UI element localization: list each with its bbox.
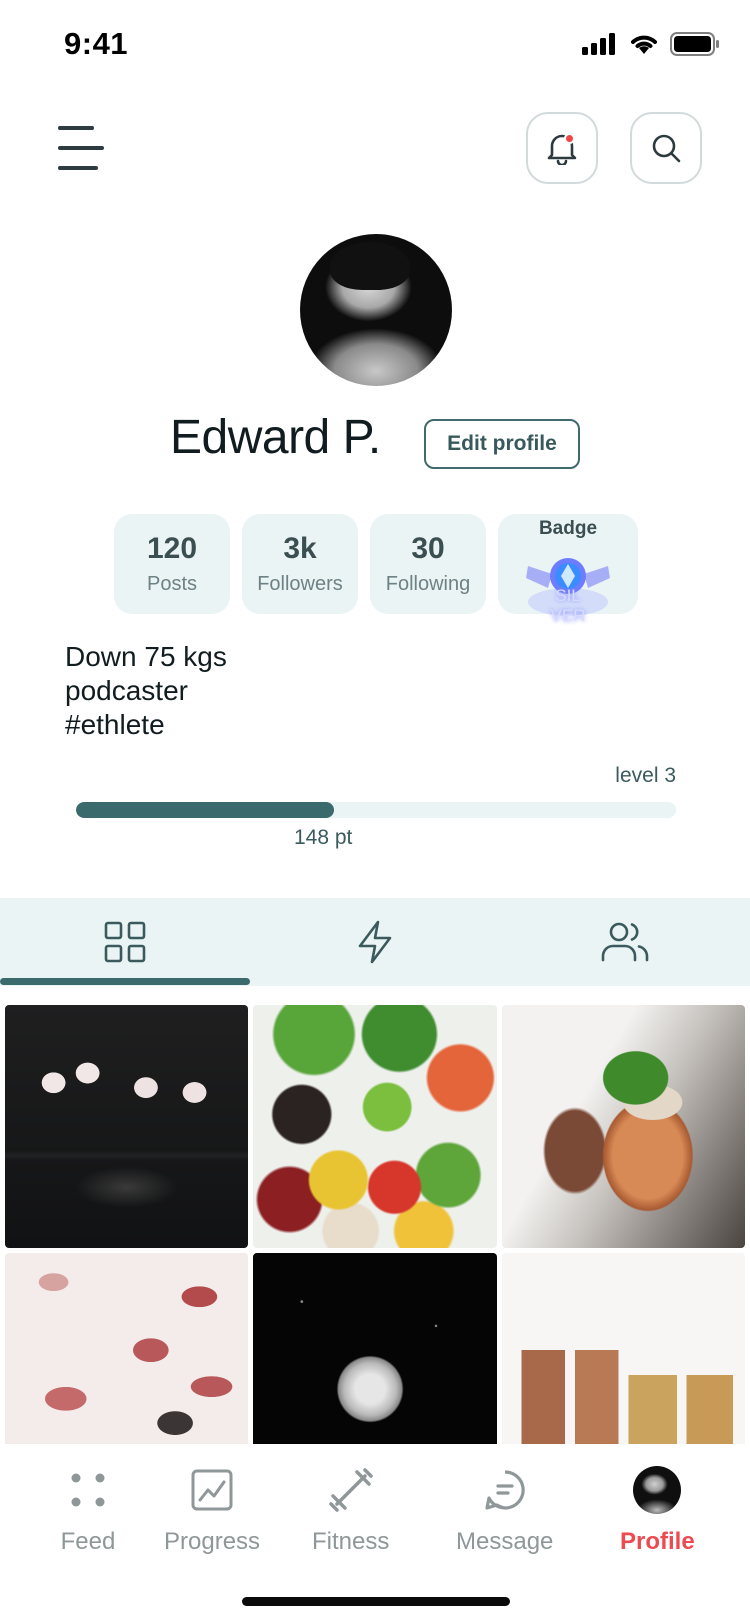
status-time: 9:41 xyxy=(64,26,129,61)
menu-line xyxy=(58,146,104,150)
stat-value: 3k xyxy=(283,532,317,565)
status-icons xyxy=(582,32,720,56)
stat-value: 120 xyxy=(146,532,198,565)
menu-button[interactable] xyxy=(58,126,106,170)
photo-copper-mug-drink[interactable] xyxy=(502,1005,745,1248)
profile-screen: 9:41 Edward P. Edit profile 120 Posts 3k… xyxy=(0,0,750,1624)
cellular-signal-icon xyxy=(582,33,615,55)
home-indicator[interactable] xyxy=(242,1597,510,1606)
wifi-icon xyxy=(631,35,657,54)
active-tab-indicator xyxy=(0,978,250,985)
notification-dot xyxy=(564,133,575,144)
nav-progress[interactable]: Progress xyxy=(164,1464,260,1556)
feed-dots-icon xyxy=(71,1473,105,1507)
lightning-icon xyxy=(358,920,392,964)
photo-grid xyxy=(5,1005,745,1496)
nav-profile[interactable]: Profile xyxy=(620,1464,695,1556)
stat-label: Following xyxy=(385,573,471,595)
stat-value: 30 xyxy=(411,532,445,565)
nav-label: Progress xyxy=(164,1528,261,1555)
grid-icon xyxy=(104,921,146,963)
avatar-hair xyxy=(330,242,410,290)
search-icon xyxy=(652,134,681,163)
message-bubble-icon xyxy=(485,1470,525,1510)
level-progress-fill xyxy=(76,802,334,818)
edit-profile-button[interactable]: Edit profile xyxy=(424,419,580,469)
profile-name: Edward P. xyxy=(170,411,381,464)
nav-fitness[interactable]: Fitness xyxy=(312,1464,389,1556)
users-icon xyxy=(601,922,649,962)
nav-label: Profile xyxy=(620,1528,695,1555)
level-progress-bar xyxy=(76,802,676,818)
menu-line xyxy=(58,166,98,170)
nav-label: Message xyxy=(456,1528,554,1555)
badge-level-text: SIL VER xyxy=(550,586,586,625)
nav-label: Feed xyxy=(60,1528,116,1555)
badge-label: Badge xyxy=(538,518,598,539)
points-label: 148 pt xyxy=(294,826,353,849)
nav-label: Fitness xyxy=(312,1528,390,1555)
progress-chart-icon xyxy=(191,1469,233,1511)
bio-line: #ethlete xyxy=(65,709,165,740)
stat-followers[interactable]: 3k Followers xyxy=(242,514,358,614)
content-tabs xyxy=(0,898,750,986)
stat-following[interactable]: 30 Following xyxy=(370,514,486,614)
battery-icon xyxy=(670,32,719,56)
tab-activity[interactable] xyxy=(250,898,500,986)
profile-avatar-icon xyxy=(633,1466,682,1514)
bio: Down 75 kgs podcaster #ethlete xyxy=(65,640,227,742)
dumbbell-icon xyxy=(328,1468,373,1512)
nav-feed[interactable]: Feed xyxy=(58,1464,118,1556)
nav-message[interactable]: Message xyxy=(456,1464,553,1556)
search-button[interactable] xyxy=(630,112,702,184)
level-label: level 3 xyxy=(615,764,676,787)
notifications-button[interactable] xyxy=(526,112,598,184)
badge-card[interactable]: Badge SIL VER xyxy=(498,514,638,625)
stat-label: Followers xyxy=(257,573,343,595)
bio-line: Down 75 kgs xyxy=(65,641,227,672)
stat-posts[interactable]: 120 Posts xyxy=(114,514,230,614)
tab-community[interactable] xyxy=(500,898,750,986)
tab-grid[interactable] xyxy=(0,898,250,986)
bio-line: podcaster xyxy=(65,675,188,706)
profile-avatar[interactable] xyxy=(300,234,452,386)
stat-label: Posts xyxy=(146,573,198,595)
menu-line xyxy=(58,126,94,130)
photo-flamingo[interactable] xyxy=(5,1005,248,1248)
photo-vegetables[interactable] xyxy=(253,1005,497,1248)
